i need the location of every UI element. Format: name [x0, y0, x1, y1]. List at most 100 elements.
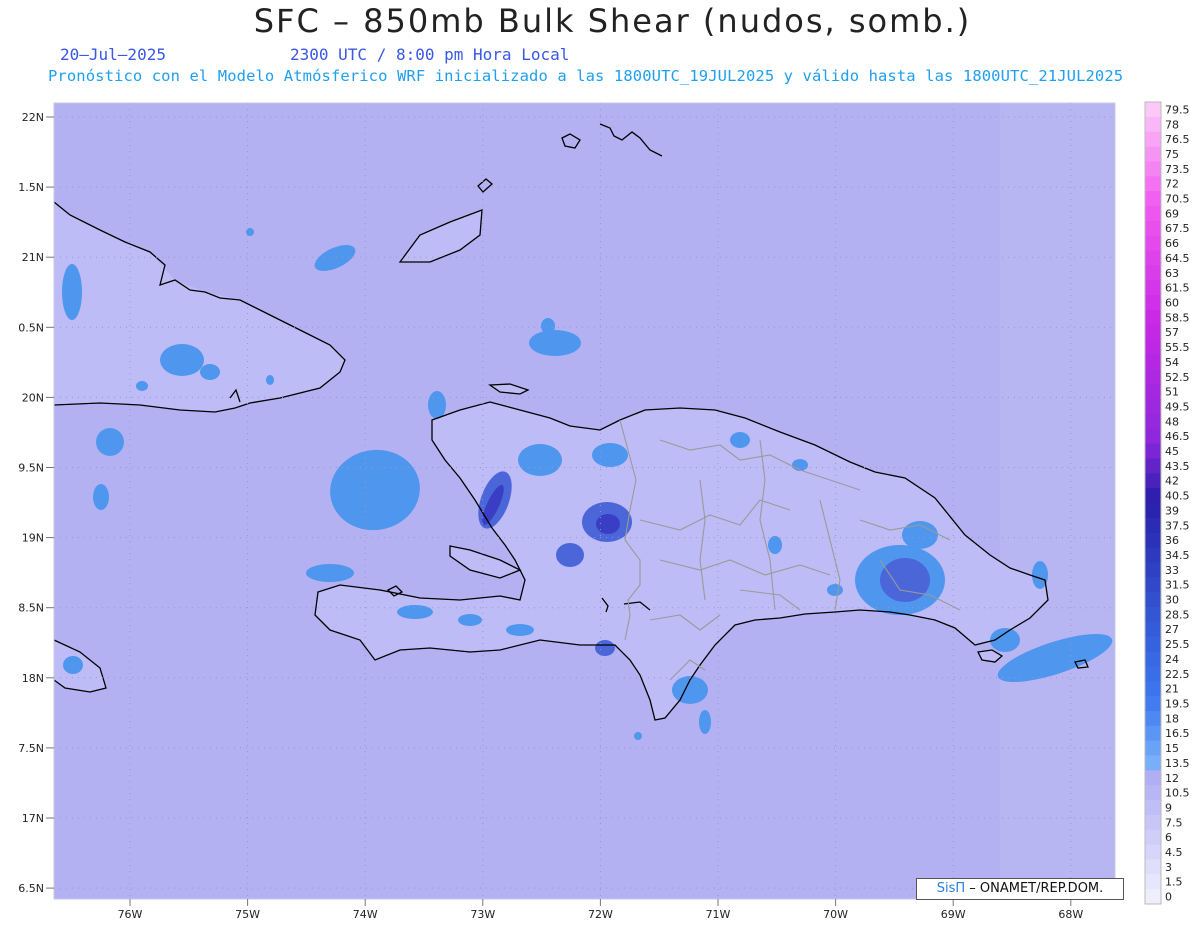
colorbar-label: 55.5	[1165, 341, 1190, 354]
colorbar-swatch	[1145, 636, 1161, 653]
colorbar-label: 52.5	[1165, 371, 1190, 384]
colorbar-swatch	[1145, 606, 1161, 623]
colorbar-swatch	[1145, 265, 1161, 281]
colorbar-label: 16.5	[1165, 727, 1190, 740]
colorbar-swatch	[1145, 517, 1161, 534]
colorbar-swatch	[1145, 725, 1161, 742]
colorbar-label: 78	[1165, 118, 1179, 131]
lat-label: 22N	[22, 111, 44, 124]
colorbar-label: 9	[1165, 801, 1172, 814]
lon-axis: 76W 75W 74W 73W 72W 71W 70W 69W 68W	[118, 899, 1083, 921]
colorbar-swatch	[1145, 889, 1161, 905]
lat-label: 21N	[22, 251, 44, 264]
lat-label: 17N	[22, 812, 44, 825]
colorbar-label: 25.5	[1165, 638, 1190, 651]
colorbar-swatch	[1145, 740, 1161, 756]
colorbar-label: 13.5	[1165, 757, 1190, 770]
lat-label: 18N	[22, 672, 44, 685]
colorbar-label: 24	[1165, 653, 1179, 666]
colorbar-label: 49.5	[1165, 400, 1190, 413]
colorbar-swatch	[1145, 814, 1161, 831]
colorbar-label: 73.5	[1165, 163, 1190, 176]
colorbar-swatch	[1145, 280, 1161, 296]
colorbar-label: 15	[1165, 742, 1179, 755]
lon-label: 75W	[235, 908, 260, 921]
colorbar-swatch	[1145, 220, 1161, 237]
colorbar-swatch	[1145, 384, 1161, 400]
colorbar-swatch	[1145, 399, 1161, 415]
colorbar-label: 37.5	[1165, 519, 1190, 532]
colorbar-label: 75	[1165, 148, 1179, 161]
colorbar-swatch	[1145, 844, 1161, 860]
colorbar-label: 76.5	[1165, 133, 1190, 146]
lat-label: 20N	[22, 391, 44, 404]
colorbar-label: 64.5	[1165, 252, 1190, 265]
colorbar-label: 70.5	[1165, 193, 1190, 206]
colorbar-label: 48	[1165, 415, 1179, 428]
colorbar-swatch	[1145, 785, 1161, 801]
colorbar-swatch	[1145, 176, 1161, 192]
lon-label: 68W	[1058, 908, 1083, 921]
colorbar-label: 18	[1165, 712, 1179, 725]
credit-org: – ONAMET/REP.DOM.	[965, 881, 1104, 896]
colorbar-swatch	[1145, 473, 1161, 489]
colorbar-swatch	[1145, 324, 1161, 341]
colorbar-label: 51	[1165, 386, 1179, 399]
colorbar-label: 22.5	[1165, 668, 1190, 681]
colorbar-swatch	[1145, 829, 1161, 846]
colorbar-label: 39	[1165, 504, 1179, 517]
colorbar-swatch	[1145, 235, 1161, 252]
colorbar-swatch	[1145, 191, 1161, 207]
colorbar-swatch	[1145, 369, 1161, 385]
colorbar-swatch	[1145, 800, 1161, 816]
colorbar-label: 0	[1165, 891, 1172, 904]
colorbar-label: 46.5	[1165, 430, 1190, 443]
colorbar-swatch	[1145, 295, 1161, 311]
colorbar-swatch	[1145, 592, 1161, 608]
colorbar-swatch	[1145, 859, 1161, 875]
colorbar-label: 21	[1165, 683, 1179, 696]
colorbar-label: 63	[1165, 267, 1179, 280]
colorbar-swatch	[1145, 413, 1161, 430]
lat-label: 9.5N	[18, 462, 44, 475]
lon-label: 71W	[706, 908, 731, 921]
lon-label: 73W	[470, 908, 495, 921]
lon-label: 70W	[823, 908, 848, 921]
colorbar-swatch	[1145, 339, 1161, 355]
colorbar-label: 28.5	[1165, 608, 1190, 621]
colorbar-swatch	[1145, 309, 1161, 326]
colorbar-swatch	[1145, 696, 1161, 712]
lat-label: 7.5N	[18, 742, 44, 755]
colorbar-swatch	[1145, 354, 1161, 370]
colorbar-label: 36	[1165, 534, 1179, 547]
lat-label: 19N	[22, 532, 44, 545]
colorbar-label: 58.5	[1165, 311, 1190, 324]
colorbar-label: 60	[1165, 297, 1179, 310]
lon-label: 69W	[941, 908, 966, 921]
colorbar-swatch	[1145, 116, 1161, 133]
colorbar-swatch	[1145, 621, 1161, 638]
colorbar-label: 79.5	[1165, 103, 1190, 116]
colorbar-swatch	[1145, 681, 1161, 697]
colorbar-swatch	[1145, 562, 1161, 578]
colorbar-swatch	[1145, 488, 1161, 504]
colorbar-swatch	[1145, 770, 1161, 786]
colorbar-label: 6	[1165, 831, 1172, 844]
colorbar-label: 4.5	[1165, 846, 1183, 859]
lon-label: 72W	[588, 908, 613, 921]
colorbar-swatch	[1145, 131, 1161, 148]
lat-label: 0.5N	[18, 321, 44, 334]
colorbar-label: 45	[1165, 445, 1179, 458]
colorbar-swatch	[1145, 710, 1161, 727]
colorbar-label: 31.5	[1165, 579, 1190, 592]
plot-area	[54, 103, 1115, 899]
colorbar-label: 7.5	[1165, 816, 1183, 829]
colorbar-swatch	[1145, 874, 1161, 890]
colorbar-swatch	[1145, 532, 1161, 549]
colorbar-swatch	[1145, 205, 1161, 222]
colorbar: 79.57876.57573.57270.56967.56664.56361.5…	[1144, 101, 1190, 905]
colorbar-swatch	[1145, 547, 1161, 563]
colorbar-label: 19.5	[1165, 698, 1190, 711]
colorbar-label: 54	[1165, 356, 1179, 369]
colorbar-label: 27	[1165, 623, 1179, 636]
